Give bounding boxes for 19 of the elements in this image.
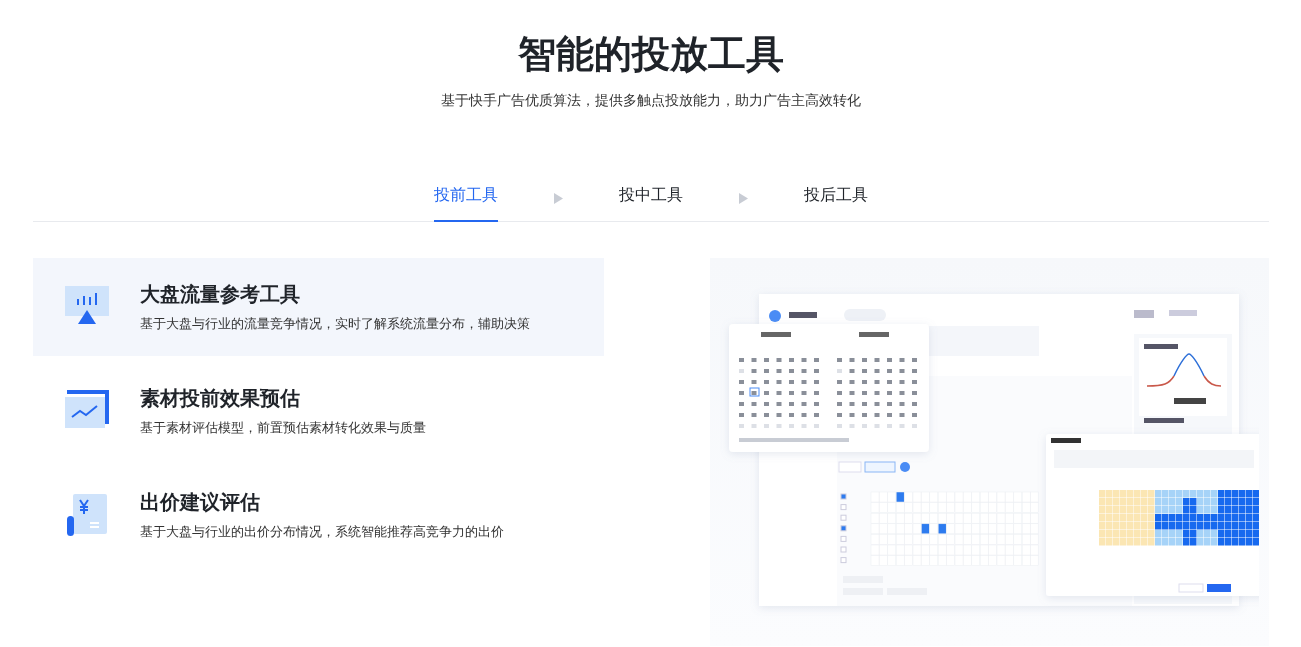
chart-icon bbox=[64, 286, 109, 326]
triangle-icon bbox=[553, 193, 563, 204]
triangle-icon bbox=[738, 193, 748, 204]
feature-item[interactable]: 素材投前效果预估 基于素材评估模型，前置预估素材转化效果与质量 bbox=[32, 362, 604, 460]
feature-title: 大盘流量参考工具 bbox=[139, 281, 301, 308]
feature-title: 素材投前效果预估 bbox=[139, 385, 301, 412]
feature-item[interactable]: 大盘流量参考工具 基于大盘与行业的流量竞争情况，实时了解系统流量分布，辅助决策 bbox=[32, 258, 604, 356]
feature-description: 基于大盘与行业的流量竞争情况，实时了解系统流量分布，辅助决策 bbox=[139, 315, 530, 333]
section-title: 智能的投放工具 bbox=[517, 31, 784, 78]
price-document-icon bbox=[64, 494, 109, 536]
feature-description: 基于素材评估模型，前置预估素材转化效果与质量 bbox=[139, 419, 426, 437]
section-subtitle: 基于快手广告优质算法，提供多触点投放能力，助力广告主高效转化 bbox=[440, 91, 861, 110]
tab[interactable]: 投中工具 bbox=[618, 176, 683, 222]
feature-title: 出价建议评估 bbox=[139, 489, 261, 516]
feature-description: 基于大盘与行业的出价分布情况，系统智能推荐高竞争力的出价 bbox=[139, 523, 504, 541]
feature-item[interactable]: 出价建议评估 基于大盘与行业的出价分布情况，系统智能推荐高竞争力的出价 bbox=[32, 466, 604, 564]
tab[interactable]: 投前工具 bbox=[433, 176, 498, 222]
trend-chart-icon bbox=[64, 390, 109, 428]
tab[interactable]: 投后工具 bbox=[803, 176, 868, 222]
